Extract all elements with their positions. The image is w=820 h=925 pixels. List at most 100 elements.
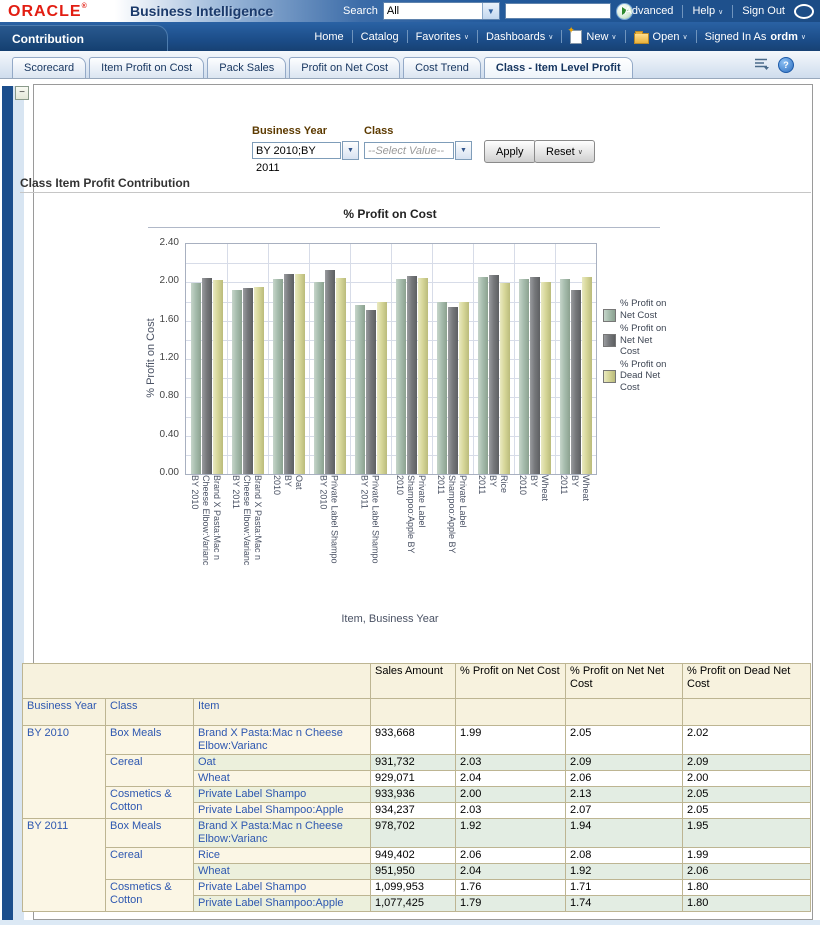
chevron-down-icon[interactable]: ▼	[482, 3, 499, 19]
help-icon[interactable]: ?	[778, 57, 794, 73]
class-cell[interactable]: Cereal	[106, 848, 194, 880]
bar--profit-on-net-net-cost[interactable]	[284, 274, 294, 474]
user-icon[interactable]	[794, 4, 814, 19]
bar--profit-on-dead-net-cost[interactable]	[213, 280, 223, 474]
bar--profit-on-net-net-cost[interactable]	[243, 288, 253, 474]
search-scope-select[interactable]: All ▼	[383, 2, 500, 20]
profit-net-cost-cell: 1.79	[456, 896, 566, 912]
chevron-down-icon: ∨	[464, 33, 469, 41]
tab-pack-sales[interactable]: Pack Sales	[207, 57, 286, 78]
item-cell[interactable]: Wheat	[194, 864, 371, 880]
page-tools: ?	[754, 57, 794, 73]
bar--profit-on-net-net-cost[interactable]	[530, 277, 540, 474]
business-year-cell[interactable]: BY 2010	[23, 726, 106, 819]
bar--profit-on-dead-net-cost[interactable]	[377, 302, 387, 475]
bar--profit-on-net-net-cost[interactable]	[489, 275, 499, 474]
bar--profit-on-dead-net-cost[interactable]	[336, 278, 346, 474]
nav-open[interactable]: Open∨	[626, 30, 696, 44]
tab-profit-on-net-cost[interactable]: Profit on Net Cost	[289, 57, 400, 78]
tab-class-item-level-profit[interactable]: Class - Item Level Profit	[484, 57, 633, 78]
y-tick-label: 1.20	[139, 352, 179, 363]
bar--profit-on-dead-net-cost[interactable]	[459, 302, 469, 475]
table-header-blank	[371, 699, 456, 726]
nav-dashboards[interactable]: Dashboards∨	[478, 31, 561, 43]
bar--profit-on-net-cost[interactable]	[355, 305, 365, 474]
collapse-section-button[interactable]: −	[15, 86, 29, 100]
item-cell[interactable]: Private Label Shampoo:Apple	[194, 803, 371, 819]
class-cell[interactable]: Box Meals	[106, 819, 194, 848]
x-axis-labels: Brand X Pasta:Mac n Cheese Elbow:Varianc…	[185, 475, 595, 613]
bar--profit-on-net-cost[interactable]	[560, 279, 570, 475]
item-cell[interactable]: Private Label Shampoo:Apple	[194, 896, 371, 912]
item-cell[interactable]: Rice	[194, 848, 371, 864]
new-document-icon	[570, 30, 582, 44]
chevron-down-icon[interactable]: ▼	[455, 141, 472, 160]
x-category: Private Label Shampo BY 2011	[349, 475, 390, 613]
col-header-business-year[interactable]: Business Year	[23, 699, 106, 726]
apply-button[interactable]: Apply	[484, 140, 536, 163]
sign-out-link[interactable]: Sign Out	[742, 5, 785, 17]
table-header-blank	[23, 664, 371, 699]
table-row: Cosmetics & CottonPrivate Label Shampo93…	[23, 787, 811, 803]
search-input[interactable]	[505, 3, 611, 19]
bar--profit-on-net-cost[interactable]	[519, 279, 529, 475]
signed-in-menu[interactable]: Signed In Asordm∨	[697, 31, 814, 43]
class-cell[interactable]: Cosmetics & Cotton	[106, 880, 194, 912]
item-cell[interactable]: Private Label Shampo	[194, 880, 371, 896]
class-cell[interactable]: Cosmetics & Cotton	[106, 787, 194, 819]
bar--profit-on-net-net-cost[interactable]	[202, 278, 212, 474]
bar--profit-on-net-net-cost[interactable]	[407, 276, 417, 474]
advanced-link[interactable]: Advanced	[625, 5, 674, 17]
bar--profit-on-net-cost[interactable]	[478, 277, 488, 474]
item-cell[interactable]: Private Label Shampo	[194, 787, 371, 803]
bar--profit-on-net-net-cost[interactable]	[448, 307, 458, 474]
table-header-blank	[456, 699, 566, 726]
class-cell[interactable]: Cereal	[106, 755, 194, 787]
legend-entry: % Profit on Net Net Cost	[603, 323, 675, 358]
bar--profit-on-net-net-cost[interactable]	[366, 310, 376, 474]
bar--profit-on-net-cost[interactable]	[314, 282, 324, 474]
tab-cost-trend[interactable]: Cost Trend	[403, 57, 481, 78]
bar--profit-on-net-cost[interactable]	[396, 279, 406, 474]
bar--profit-on-dead-net-cost[interactable]	[418, 278, 428, 474]
col-header-item[interactable]: Item	[194, 699, 371, 726]
nav-favorites[interactable]: Favorites∨	[408, 31, 477, 43]
class-cell[interactable]: Box Meals	[106, 726, 194, 755]
col-header-profit-net-net-cost: % Profit on Net Net Cost	[566, 664, 683, 699]
tab-item-profit-on-cost[interactable]: Item Profit on Cost	[89, 57, 204, 78]
registered-mark: ®	[82, 3, 88, 10]
x-category: Wheat BY 2010	[513, 475, 554, 613]
item-cell[interactable]: Oat	[194, 755, 371, 771]
bar--profit-on-net-cost[interactable]	[191, 283, 201, 474]
profit-net-net-cost-cell: 2.08	[566, 848, 683, 864]
bar--profit-on-dead-net-cost[interactable]	[582, 277, 592, 474]
business-year-cell[interactable]: BY 2011	[23, 819, 106, 912]
top-right-links: Advanced Help∨ Sign Out	[625, 0, 815, 22]
item-cell[interactable]: Brand X Pasta:Mac n Cheese Elbow:Varianc	[194, 726, 371, 755]
bar--profit-on-net-cost[interactable]	[232, 290, 242, 474]
class-combo[interactable]: --Select Value-- ▼	[364, 141, 472, 160]
bar--profit-on-net-cost[interactable]	[273, 279, 283, 474]
reset-button[interactable]: Reset∨	[534, 140, 595, 163]
business-year-combo[interactable]: BY 2010;BY 2011 ▼	[252, 141, 359, 160]
item-cell[interactable]: Brand X Pasta:Mac n Cheese Elbow:Varianc	[194, 819, 371, 848]
chevron-down-icon[interactable]: ▼	[342, 141, 359, 160]
bar--profit-on-net-cost[interactable]	[437, 302, 447, 474]
item-cell[interactable]: Wheat	[194, 771, 371, 787]
legend-entry: % Profit on Dead Net Cost	[603, 359, 675, 394]
bar--profit-on-dead-net-cost[interactable]	[295, 274, 305, 474]
help-menu[interactable]: Help∨	[692, 5, 723, 17]
page-options-icon[interactable]	[754, 57, 770, 73]
bar--profit-on-dead-net-cost[interactable]	[500, 283, 510, 474]
nav-catalog[interactable]: Catalog	[353, 31, 407, 43]
col-header-class[interactable]: Class	[106, 699, 194, 726]
dashboard-tab-contribution[interactable]: Contribution	[0, 25, 168, 51]
bar--profit-on-net-net-cost[interactable]	[325, 270, 335, 474]
bar--profit-on-dead-net-cost[interactable]	[541, 282, 551, 474]
bar--profit-on-dead-net-cost[interactable]	[254, 287, 264, 474]
nav-home[interactable]: Home	[306, 31, 351, 43]
nav-new[interactable]: New∨	[562, 30, 624, 44]
tab-scorecard[interactable]: Scorecard	[12, 57, 86, 78]
bottom-accent-strip	[0, 920, 820, 925]
bar--profit-on-net-net-cost[interactable]	[571, 290, 581, 474]
